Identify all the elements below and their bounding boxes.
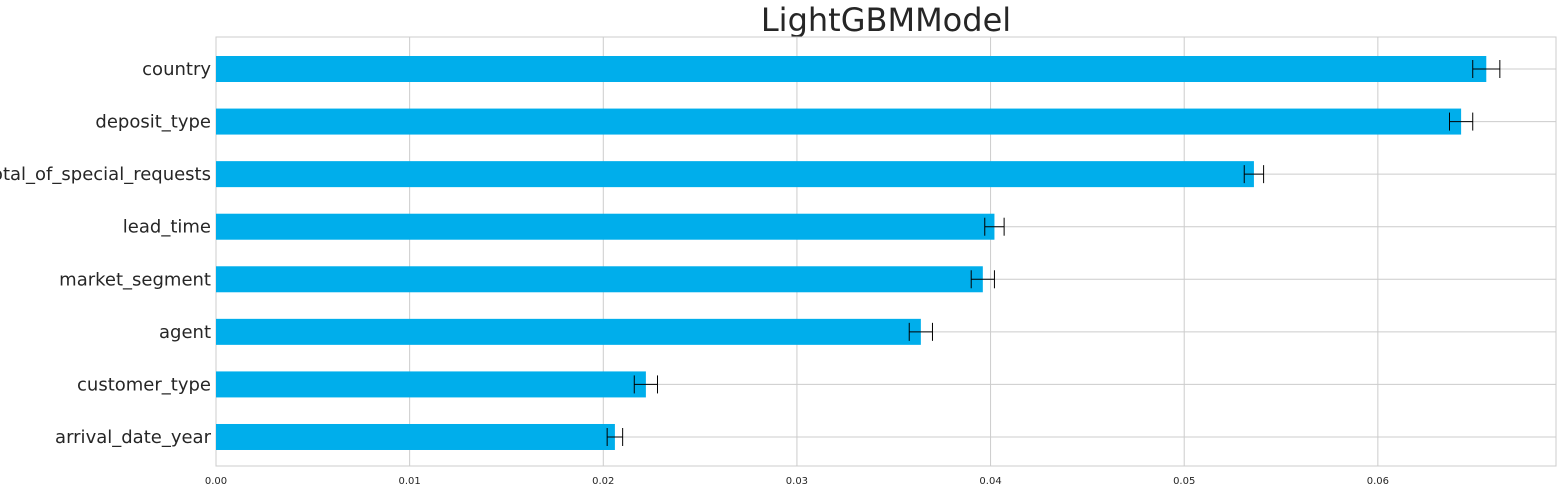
category-label: lead_time xyxy=(123,217,211,238)
category-label: total_of_special_requests xyxy=(0,164,211,185)
bar xyxy=(216,108,1462,135)
x-tick-label: 0.04 xyxy=(979,476,1001,487)
category-label: customer_type xyxy=(77,374,211,395)
category-label: agent xyxy=(159,322,211,343)
bar xyxy=(216,371,646,398)
x-tick-label: 0.02 xyxy=(592,476,614,487)
category-label: arrival_date_year xyxy=(55,427,212,448)
chart-svg: country deposit_type total_of_special_requ… xyxy=(0,36,1557,487)
x-tick-label: 0.06 xyxy=(1367,476,1389,487)
x-tick-label: 0.05 xyxy=(1173,476,1195,487)
bar xyxy=(216,318,921,345)
category-label: market_segment xyxy=(59,269,211,290)
bar xyxy=(216,423,615,450)
category-label: country xyxy=(142,59,211,80)
bar xyxy=(216,213,995,240)
x-tick-label: 0.01 xyxy=(399,476,421,487)
bar xyxy=(216,266,983,293)
x-tick-label: 0.00 xyxy=(205,476,227,487)
x-tick-label: 0.03 xyxy=(786,476,808,487)
bar xyxy=(216,161,1254,188)
chart: LightGBMModel country deposit_type total_o… xyxy=(0,0,1561,492)
plot-frame xyxy=(215,36,1557,467)
category-label: deposit_type xyxy=(95,112,211,133)
bar xyxy=(216,56,1487,82)
